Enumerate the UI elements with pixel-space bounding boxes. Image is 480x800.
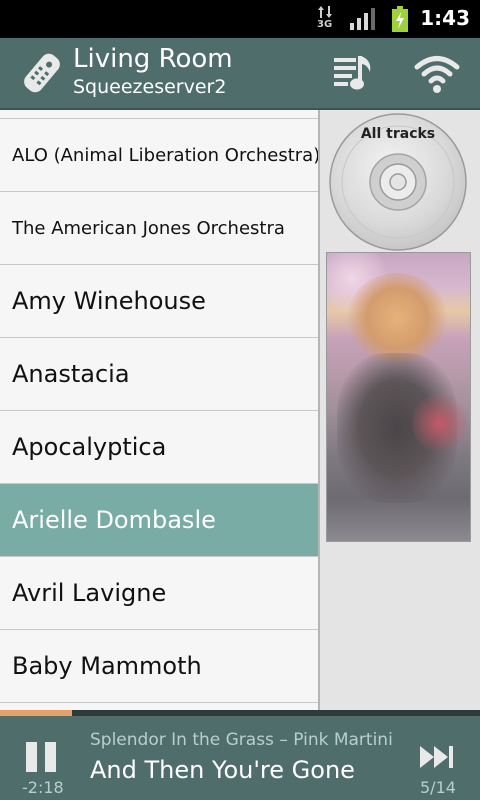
- artist-list[interactable]: ALO (Animal Liberation Orchestra) The Am…: [0, 110, 319, 710]
- elapsed-time: -2:18: [22, 778, 64, 797]
- pause-icon: [26, 742, 37, 772]
- wifi-icon[interactable]: [414, 52, 460, 96]
- artist-name: ALO (Animal Liberation Orchestra): [12, 144, 319, 166]
- artist-name: Baby Mammoth: [12, 652, 202, 680]
- pause-icon: [45, 742, 56, 772]
- track-position: 5/14: [420, 778, 456, 797]
- server-name: Squeezeserver2: [73, 76, 227, 98]
- artist-name: Anastacia: [12, 360, 130, 388]
- all-tracks-label[interactable]: All tracks: [320, 126, 476, 142]
- status-bar: 3G 1:43: [0, 0, 480, 38]
- signal-strength-icon: [350, 8, 375, 30]
- list-item[interactable]: Avril Lavigne: [0, 557, 319, 630]
- next-track-icon[interactable]: [420, 744, 456, 770]
- playlist-icon[interactable]: [330, 52, 376, 96]
- app-header: Living Room Squeezeserver2: [0, 38, 480, 110]
- now-playing-title: And Then You're Gone: [90, 756, 355, 784]
- list-item[interactable]: The American Jones Orchestra: [0, 192, 319, 265]
- list-item[interactable]: Baby Mammoth: [0, 630, 319, 703]
- player-name[interactable]: Living Room: [73, 44, 233, 74]
- artist-name: Avril Lavigne: [12, 579, 167, 607]
- list-item-selected[interactable]: Arielle Dombasle: [0, 484, 319, 557]
- cover-art-detail: [412, 393, 467, 453]
- data-arrows-icon: [318, 6, 332, 18]
- cover-art-detail: [347, 273, 447, 363]
- now-playing-album-artist: Splendor In the Grass – Pink Martini: [90, 730, 393, 750]
- artist-name: Apocalyptica: [12, 433, 167, 461]
- network-indicator: 3G: [316, 6, 334, 32]
- list-item[interactable]: Apocalyptica: [0, 411, 319, 484]
- clock: 1:43: [420, 6, 470, 30]
- network-type-label: 3G: [317, 19, 333, 30]
- pause-button[interactable]: [26, 742, 58, 772]
- artist-name: Arielle Dombasle: [12, 506, 216, 534]
- list-item[interactable]: Amy Winehouse: [0, 265, 319, 338]
- battery-charging-icon: [392, 6, 408, 32]
- list-item-partial: [0, 110, 319, 119]
- artist-name: The American Jones Orchestra: [12, 217, 285, 239]
- list-item[interactable]: ALO (Animal Liberation Orchestra): [0, 119, 319, 192]
- now-playing-bar: -2:18 Splendor In the Grass – Pink Marti…: [0, 716, 480, 800]
- album-cover[interactable]: [326, 252, 471, 542]
- remote-icon[interactable]: [20, 50, 64, 96]
- list-item[interactable]: Anastacia: [0, 338, 319, 411]
- artist-name: Amy Winehouse: [12, 287, 206, 315]
- list-item-partial: [0, 703, 319, 710]
- album-panel: All tracks: [320, 110, 480, 710]
